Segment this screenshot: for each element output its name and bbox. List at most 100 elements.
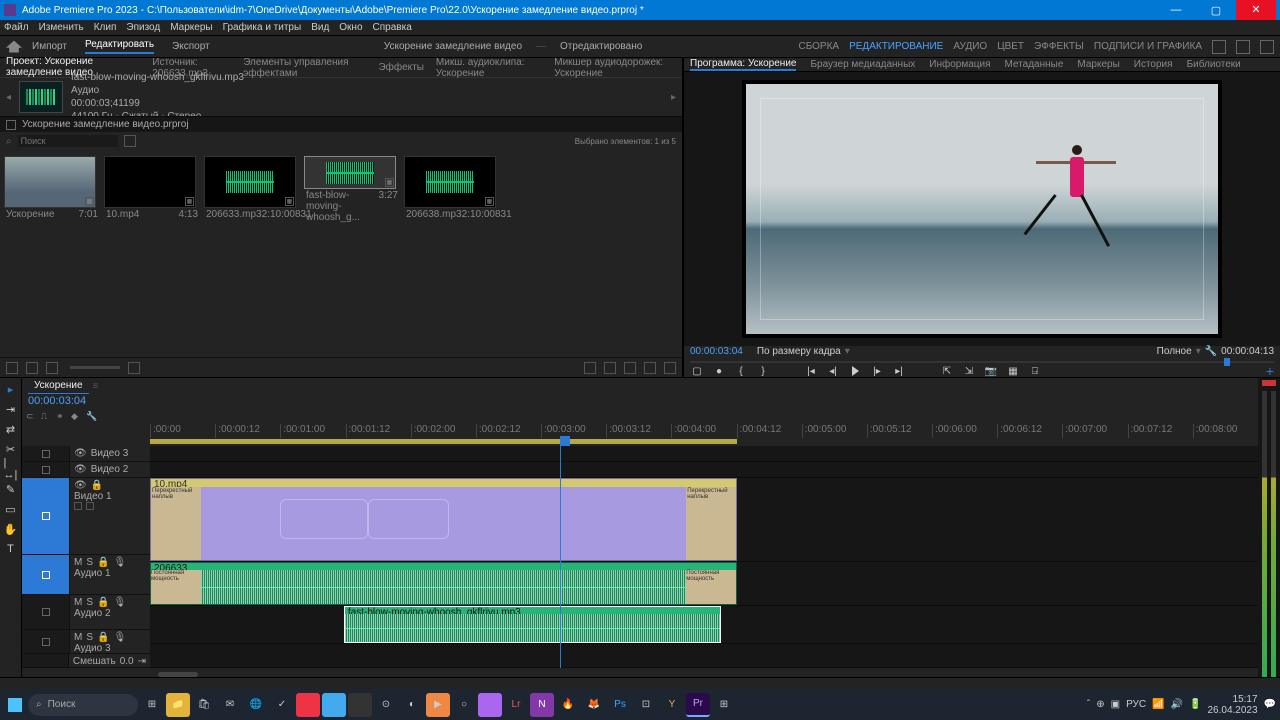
ws-captions[interactable]: ПОДПИСИ И ГРАФИКА (1094, 41, 1202, 52)
sequence-tab[interactable]: Ускорение (28, 378, 89, 395)
tab-import[interactable]: Импорт (32, 41, 67, 52)
taskview-icon[interactable]: ⊞ (140, 693, 164, 717)
play-button[interactable] (848, 364, 862, 378)
work-area-bar[interactable] (150, 439, 737, 444)
share-icon[interactable]: ⍈ (1028, 364, 1042, 378)
ws-audio[interactable]: АУДИО (953, 41, 987, 52)
app-icon[interactable]: ⊙ (374, 693, 398, 717)
app-icon[interactable]: 🔥 (556, 693, 580, 717)
menu-graphics[interactable]: Графика и титры (223, 22, 302, 33)
mute-icon[interactable]: M (74, 557, 82, 568)
button-editor-icon[interactable]: + (1266, 363, 1274, 379)
menu-edit[interactable]: Изменить (39, 22, 84, 33)
a1-patch[interactable] (22, 555, 70, 594)
ws-editing[interactable]: РЕДАКТИРОВАНИЕ (849, 41, 943, 52)
time-ruler[interactable]: :00:00:00:00:12 :00:01:00:00:01:12 :00:0… (22, 424, 1258, 438)
next-icon[interactable]: ▸ (671, 92, 676, 103)
fullscreen-icon[interactable] (1260, 40, 1274, 54)
lock-icon[interactable]: 🔒 (91, 480, 103, 491)
goto-in-icon[interactable]: |◂ (804, 364, 818, 378)
bin-item[interactable]: ▦ 10.mp44:13 (104, 156, 200, 224)
minimize-button[interactable]: — (1156, 4, 1196, 16)
settings-icon[interactable]: 🔧 (86, 411, 96, 421)
mute-icon[interactable]: M (74, 597, 82, 608)
compare-icon[interactable]: ▦ (1006, 364, 1020, 378)
automate-icon[interactable] (584, 362, 596, 374)
tab-export[interactable]: Экспорт (172, 41, 210, 52)
zoom-dropdown[interactable]: По размеру кадра (757, 346, 841, 357)
chrome-icon[interactable]: 🌐 (244, 693, 268, 717)
in-point-icon[interactable]: { (734, 364, 748, 378)
track-select-tool[interactable]: ⇥ (4, 402, 18, 416)
pr-icon[interactable]: Pr (686, 693, 710, 717)
tab-audio-track-mixer[interactable]: Микшер аудиодорожек: Ускорение (554, 55, 676, 81)
marker-add-icon[interactable]: ● (712, 364, 726, 378)
chevron-up-icon[interactable]: ˆ (1087, 699, 1090, 710)
new-bin-icon[interactable] (124, 135, 136, 147)
tab-media-browser[interactable]: Браузер медиаданных (810, 59, 915, 70)
new-item-icon[interactable] (644, 362, 656, 374)
tab-effect-controls[interactable]: Элементы управления эффектами (243, 55, 366, 81)
program-scrubber[interactable] (684, 357, 1280, 363)
lift-icon[interactable]: ⇱ (940, 364, 954, 378)
solo-icon[interactable]: S (86, 557, 93, 568)
export-frame-icon[interactable]: 📷 (984, 364, 998, 378)
lang-indicator[interactable]: РУС (1126, 699, 1146, 710)
wrench-icon[interactable]: 🔧 (1205, 346, 1217, 357)
tab-edit[interactable]: Редактировать (85, 39, 154, 54)
app-icon[interactable]: ⊞ (712, 693, 736, 717)
freeform-view-icon[interactable] (46, 362, 58, 374)
menu-help[interactable]: Справка (373, 22, 412, 33)
nest-icon[interactable]: ⊂ (26, 411, 36, 421)
app-icon[interactable] (478, 693, 502, 717)
menu-clip[interactable]: Клип (94, 22, 117, 33)
app-icon[interactable]: ○ (452, 693, 476, 717)
solo-icon[interactable]: S (86, 597, 93, 608)
tab-effects[interactable]: Эффекты (378, 60, 423, 75)
start-button[interactable] (4, 694, 26, 716)
todo-icon[interactable]: ✓ (270, 693, 294, 717)
icon-view-icon[interactable] (26, 362, 38, 374)
share-icon[interactable] (1236, 40, 1250, 54)
marker-icon[interactable]: ▢ (690, 364, 704, 378)
tab-program[interactable]: Программа: Ускорение (690, 58, 796, 71)
explorer-icon[interactable]: 📁 (166, 693, 190, 717)
step-fwd-icon[interactable]: |▸ (870, 364, 884, 378)
menu-sequence[interactable]: Эпизод (126, 22, 160, 33)
tab-libraries[interactable]: Библиотеки (1187, 59, 1241, 70)
slip-tool[interactable]: |↔| (4, 462, 18, 476)
notifications-icon[interactable]: 💬 (1264, 699, 1276, 710)
menu-markers[interactable]: Маркеры (170, 22, 212, 33)
ws-color[interactable]: ЦВЕТ (997, 41, 1024, 52)
out-point-icon[interactable]: } (756, 364, 770, 378)
type-tool[interactable]: T (4, 542, 18, 556)
eye-icon[interactable]: 👁 (74, 448, 87, 459)
extract-icon[interactable]: ⇲ (962, 364, 976, 378)
ripple-tool[interactable]: ⇄ (4, 422, 18, 436)
chevron-down-icon[interactable]: ▾ (845, 346, 850, 357)
tab-history[interactable]: История (1134, 59, 1173, 70)
step-back-icon[interactable]: ◂| (826, 364, 840, 378)
sort-icon[interactable] (128, 362, 140, 374)
list-view-icon[interactable] (6, 362, 18, 374)
app-icon[interactable]: ◐ (400, 693, 424, 717)
mail-icon[interactable]: ✉ (218, 693, 242, 717)
expand-icon[interactable]: ⇥ (138, 656, 146, 667)
wifi-icon[interactable]: 📶 (1152, 699, 1164, 710)
eye-icon[interactable]: 👁 (74, 480, 87, 491)
app-icon[interactable]: Y (660, 693, 684, 717)
timeline-timecode[interactable]: 00:00:03:04 (28, 395, 86, 407)
tab-metadata[interactable]: Метаданные (1005, 59, 1064, 70)
maximize-button[interactable]: ▢ (1196, 4, 1236, 17)
close-button[interactable]: ✕ (1236, 0, 1276, 20)
eye-icon[interactable]: 👁 (74, 464, 87, 475)
bin-item[interactable]: ▦ 206633.mp32:10:00831 (204, 156, 300, 224)
link-icon[interactable]: ⚭ (56, 411, 66, 421)
onenote-icon[interactable]: N (530, 693, 554, 717)
marker-tl-icon[interactable]: ◆ (71, 411, 81, 421)
bin-icon[interactable] (6, 120, 16, 130)
clock[interactable]: 15:17 26.04.2023 (1207, 694, 1257, 716)
menu-window[interactable]: Окно (339, 22, 362, 33)
tab-markers[interactable]: Маркеры (1077, 59, 1119, 70)
quick-export-icon[interactable] (1212, 40, 1226, 54)
